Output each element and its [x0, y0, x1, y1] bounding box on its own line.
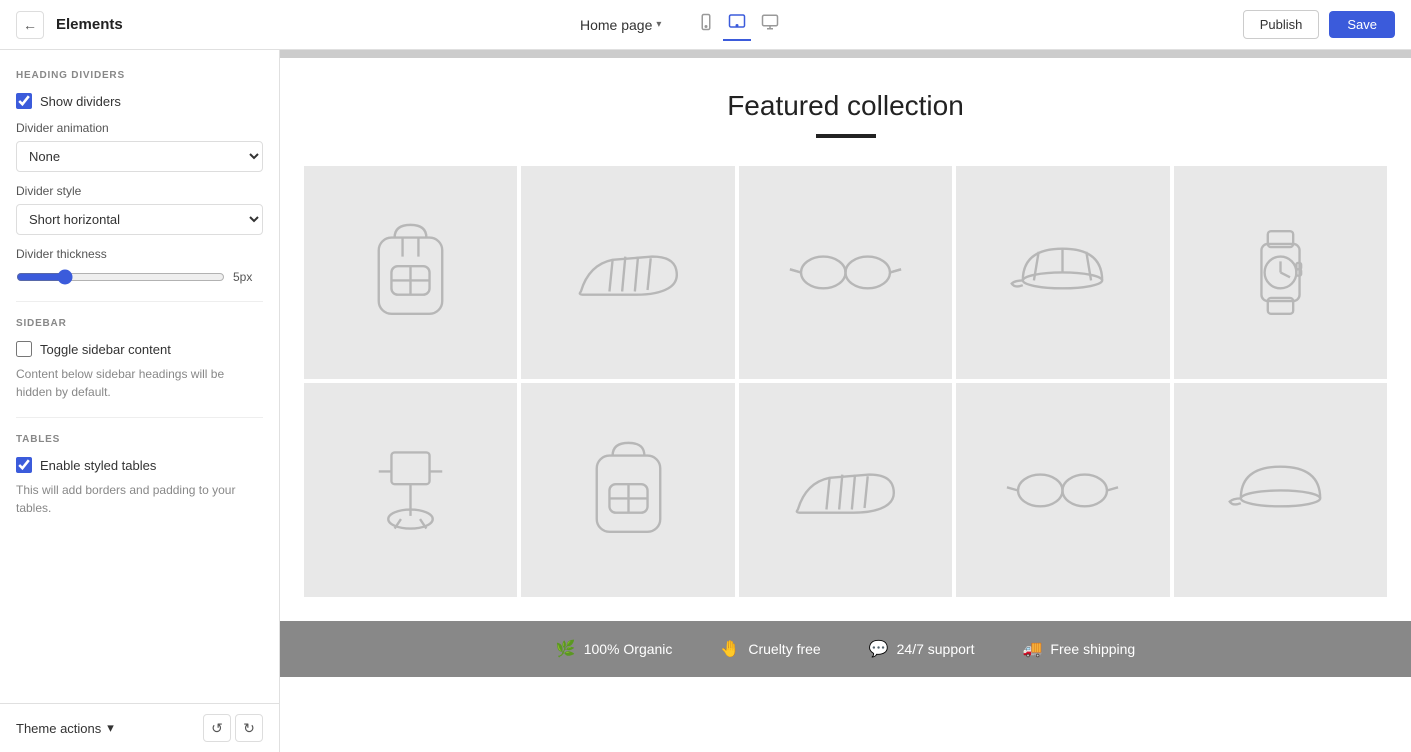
footer-item-organic: 🌿 100% Organic: [556, 639, 673, 659]
sunglasses-icon: [782, 209, 909, 336]
product-card-backpack: [304, 166, 517, 379]
main-layout: HEADING DIVIDERS Show dividers Divider a…: [0, 50, 1411, 752]
topbar-right: Publish Save: [1243, 10, 1395, 39]
theme-actions-label: Theme actions: [16, 721, 101, 736]
redo-button[interactable]: ↻: [235, 714, 263, 742]
enable-tables-row: Enable styled tables: [16, 457, 263, 473]
left-panel: HEADING DIVIDERS Show dividers Divider a…: [0, 50, 280, 752]
preview-inner: Featured collection: [280, 50, 1411, 752]
organic-label: 100% Organic: [584, 641, 673, 657]
watch-icon: [1217, 209, 1344, 336]
backpack2-icon: [565, 427, 692, 554]
page-title-button[interactable]: Home page ▾: [580, 17, 661, 33]
preview-area: Featured collection: [280, 50, 1411, 752]
undo-redo-group: ↺ ↻: [203, 714, 263, 742]
product-card-backpack2: [521, 383, 734, 596]
topbar-left: ← Elements: [16, 11, 123, 39]
product-card-shoe2: [739, 383, 952, 596]
enable-tables-checkbox[interactable]: [16, 457, 32, 473]
mobile-viewport-button[interactable]: [693, 9, 719, 40]
undo-button[interactable]: ↺: [203, 714, 231, 742]
save-button[interactable]: Save: [1329, 11, 1395, 38]
divider-thickness-slider[interactable]: [16, 269, 225, 285]
toggle-sidebar-checkbox[interactable]: [16, 341, 32, 357]
divider-thickness-row: 5px: [16, 269, 263, 285]
section-divider-1: [16, 301, 263, 302]
divider-thickness-label: Divider thickness: [16, 247, 263, 261]
product-card-watch: [1174, 166, 1387, 379]
cap-icon: [999, 209, 1126, 336]
show-dividers-label[interactable]: Show dividers: [40, 94, 121, 109]
featured-title: Featured collection: [304, 90, 1387, 122]
toggle-sidebar-row: Toggle sidebar content: [16, 341, 263, 357]
product-card-lamp: [304, 383, 517, 596]
cap2-icon: [1217, 427, 1344, 554]
tablet-viewport-button[interactable]: [723, 8, 751, 41]
topbar-center: Home page ▾: [580, 8, 785, 41]
chevron-down-icon: ▾: [656, 19, 661, 30]
product-card-shoe1: [521, 166, 734, 379]
show-dividers-checkbox[interactable]: [16, 93, 32, 109]
support-label: 24/7 support: [897, 641, 975, 657]
backpack-icon: [347, 209, 474, 336]
back-icon: ←: [23, 17, 37, 33]
topbar: ← Elements Home page ▾ Publish Save: [0, 0, 1411, 50]
divider-thickness-value: 5px: [233, 270, 263, 284]
featured-section: Featured collection: [280, 58, 1411, 621]
tables-section-label: TABLES: [16, 434, 263, 445]
desktop-viewport-button[interactable]: [755, 9, 785, 40]
featured-divider: [816, 134, 876, 138]
cruelty-free-label: Cruelty free: [748, 641, 820, 657]
product-card-cap1: [956, 166, 1169, 379]
section-divider-2: [16, 417, 263, 418]
panel-bottom-bar: Theme actions ▾ ↺ ↻: [0, 703, 279, 752]
preview-footer: 🌿 100% Organic 🤚 Cruelty free 💬 24/7 sup…: [280, 621, 1411, 677]
support-icon: 💬: [869, 639, 889, 659]
publish-button[interactable]: Publish: [1243, 10, 1320, 39]
product-card-sunglasses2: [956, 383, 1169, 596]
page-title-text: Home page: [580, 17, 652, 33]
redo-icon: ↻: [243, 720, 255, 737]
enable-tables-desc: This will add borders and padding to you…: [16, 481, 263, 517]
shoe2-icon: [782, 427, 909, 554]
preview-top-bar: [280, 50, 1411, 58]
sunglasses2-icon: [999, 427, 1126, 554]
shipping-label: Free shipping: [1050, 641, 1135, 657]
cruelty-free-icon: 🤚: [720, 639, 740, 659]
back-button[interactable]: ←: [16, 11, 44, 39]
product-card-cap2: [1174, 383, 1387, 596]
organic-icon: 🌿: [556, 639, 576, 659]
footer-item-shipping: 🚚 Free shipping: [1022, 639, 1135, 659]
theme-actions-chevron-icon: ▾: [107, 720, 114, 736]
divider-style-select[interactable]: Short horizontal Full width Dotted Dashe…: [16, 204, 263, 235]
divider-animation-select[interactable]: None Fade Slide: [16, 141, 263, 172]
divider-animation-label: Divider animation: [16, 121, 263, 135]
product-card-sunglasses1: [739, 166, 952, 379]
product-grid: [304, 166, 1387, 597]
toggle-sidebar-desc: Content below sidebar headings will be h…: [16, 365, 263, 401]
show-dividers-row: Show dividers: [16, 93, 263, 109]
footer-item-support: 💬 24/7 support: [869, 639, 975, 659]
panel-content: HEADING DIVIDERS Show dividers Divider a…: [0, 50, 279, 703]
theme-actions-button[interactable]: Theme actions ▾: [16, 720, 114, 736]
divider-style-label: Divider style: [16, 184, 263, 198]
panel-title: Elements: [56, 16, 123, 33]
sidebar-section-label: SIDEBAR: [16, 318, 263, 329]
shoe-icon: [565, 209, 692, 336]
enable-tables-label[interactable]: Enable styled tables: [40, 458, 156, 473]
footer-item-cruelty-free: 🤚 Cruelty free: [720, 639, 820, 659]
heading-dividers-section-label: HEADING DIVIDERS: [16, 70, 263, 81]
shipping-icon: 🚚: [1022, 639, 1042, 659]
undo-icon: ↺: [211, 720, 223, 737]
lamp-icon: [347, 427, 474, 554]
toggle-sidebar-label[interactable]: Toggle sidebar content: [40, 342, 171, 357]
